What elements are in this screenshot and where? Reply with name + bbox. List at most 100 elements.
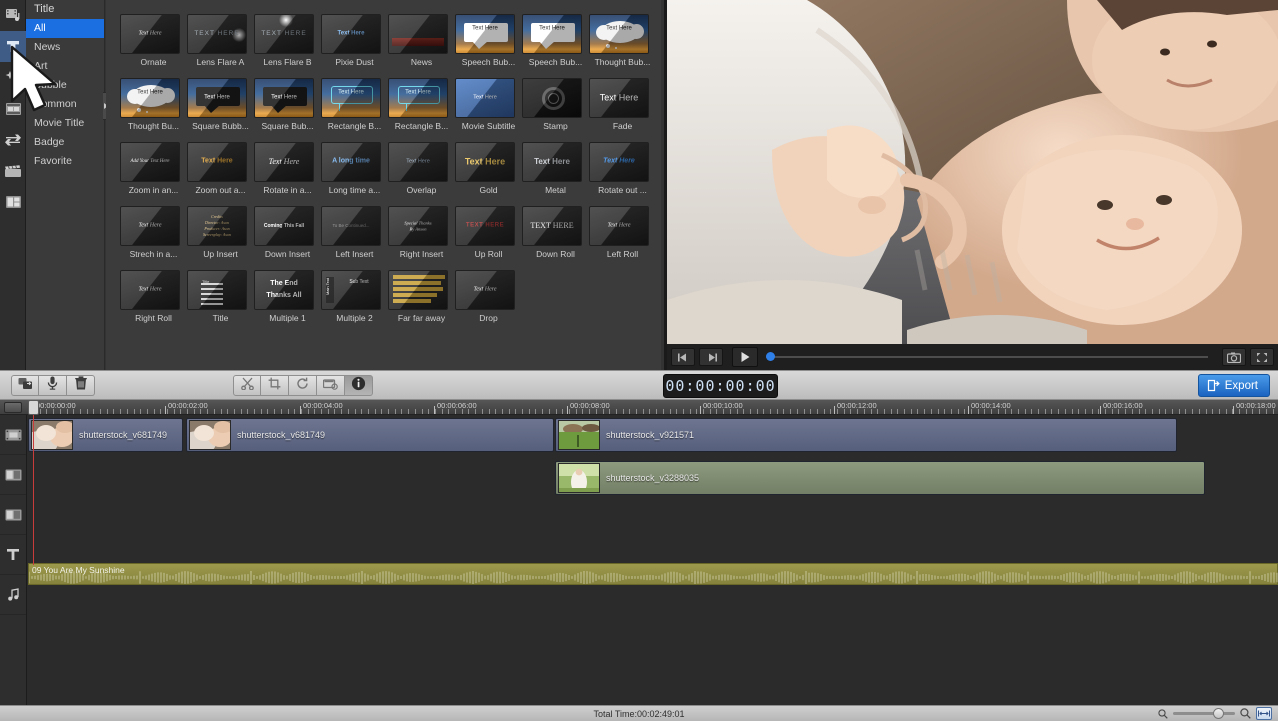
- template-item[interactable]: Far far away: [388, 270, 455, 323]
- audio-clip[interactable]: 09 You Are My Sunshine: [28, 563, 1278, 585]
- track-header-title[interactable]: [0, 535, 26, 575]
- template-thumbnail[interactable]: Text Here: [455, 270, 515, 310]
- template-thumbnail[interactable]: Text Here: [455, 142, 515, 182]
- template-item[interactable]: Credits Director: Ason Producer: Ason Sc…: [187, 206, 254, 259]
- timeline-options-icon[interactable]: [4, 402, 22, 413]
- template-thumbnail[interactable]: Text Here: [455, 78, 515, 118]
- template-item[interactable]: Text Here Fade: [589, 78, 656, 131]
- timeline-ruler[interactable]: 00:00:00:00 00:00:02:00 00:00:04:00 00:00:0…: [0, 400, 1278, 415]
- track-header-video[interactable]: [0, 415, 26, 455]
- template-item[interactable]: Add Your Text Here Zoom in an...: [120, 142, 187, 195]
- template-thumbnail[interactable]: Text Here: [522, 14, 582, 54]
- template-item[interactable]: Text Here Square Bubb...: [187, 78, 254, 131]
- template-item[interactable]: Text Here Speech Bub...: [522, 14, 589, 67]
- template-item[interactable]: The End Thanks All Multiple 1: [254, 270, 321, 323]
- next-frame-button[interactable]: [699, 348, 723, 366]
- template-thumbnail[interactable]: Special Thanks By Anson: [388, 206, 448, 246]
- template-item[interactable]: Text Here Rectangle B...: [321, 78, 388, 131]
- track-header-overlay-1[interactable]: [0, 455, 26, 495]
- template-thumbnail[interactable]: TEXT HERE: [187, 14, 247, 54]
- template-item[interactable]: Text Here Rectangle B...: [388, 78, 455, 131]
- template-item[interactable]: Text Here Gold: [455, 142, 522, 195]
- template-item[interactable]: Text Here Thought Bu...: [120, 78, 187, 131]
- template-item[interactable]: A long time Long time a...: [321, 142, 388, 195]
- template-thumbnail[interactable]: Title: [187, 270, 247, 310]
- template-thumbnail[interactable]: Credits Director: Ason Producer: Ason Sc…: [187, 206, 247, 246]
- template-item[interactable]: Text Here Metal: [522, 142, 589, 195]
- zoom-out-icon[interactable]: [1158, 708, 1168, 719]
- template-thumbnail[interactable]: Text Here: [321, 14, 381, 54]
- template-thumbnail[interactable]: To Be Continued...: [321, 206, 381, 246]
- template-item[interactable]: Text Here Right Roll: [120, 270, 187, 323]
- template-thumbnail[interactable]: Text Here: [589, 206, 649, 246]
- scrubber-knob[interactable]: [766, 352, 775, 361]
- template-thumbnail[interactable]: TEXT HERE: [254, 14, 314, 54]
- playback-scrubber[interactable]: [766, 347, 1208, 367]
- template-item[interactable]: Text Here Square Bub...: [254, 78, 321, 131]
- splitscreen-icon[interactable]: [0, 186, 26, 217]
- category-item-movie-title[interactable]: Movie Title: [26, 114, 104, 133]
- template-item[interactable]: Text Here Overlap: [388, 142, 455, 195]
- video-preview[interactable]: [667, 0, 1278, 344]
- template-thumbnail[interactable]: Text Here: [589, 14, 649, 54]
- template-item[interactable]: News: [388, 14, 455, 67]
- color-button[interactable]: [317, 375, 345, 396]
- template-item[interactable]: To Be Continued... Left Insert: [321, 206, 388, 259]
- media-icon[interactable]: [0, 0, 26, 31]
- template-thumbnail[interactable]: A long time: [321, 142, 381, 182]
- fullscreen-icon[interactable]: [1250, 348, 1274, 366]
- template-thumbnail[interactable]: Text Here: [120, 78, 180, 118]
- template-thumbnail[interactable]: Add Your Text Here: [120, 142, 180, 182]
- template-item[interactable]: Text Here Strech in a...: [120, 206, 187, 259]
- track-header-audio[interactable]: [0, 575, 26, 615]
- template-thumbnail[interactable]: Text Here: [187, 78, 247, 118]
- import-media-button[interactable]: [11, 375, 39, 396]
- template-item[interactable]: TEXT HERE Down Roll: [522, 206, 589, 259]
- playhead-handle[interactable]: [28, 400, 39, 415]
- template-item[interactable]: Text Here Drop: [455, 270, 522, 323]
- template-item[interactable]: Special Thanks By Anson Right Insert: [388, 206, 455, 259]
- template-thumbnail[interactable]: Text Here: [455, 14, 515, 54]
- template-thumbnail[interactable]: Text Here: [388, 78, 448, 118]
- prev-frame-button[interactable]: [671, 348, 695, 366]
- template-item[interactable]: TEXT HERE Up Roll: [455, 206, 522, 259]
- template-thumbnail[interactable]: Text Here: [254, 142, 314, 182]
- template-thumbnail[interactable]: Text Here: [120, 206, 180, 246]
- template-item[interactable]: Text Here Zoom out a...: [187, 142, 254, 195]
- track-header-overlay-2[interactable]: [0, 495, 26, 535]
- template-thumbnail[interactable]: Text Here: [254, 78, 314, 118]
- template-item[interactable]: Title Title: [187, 270, 254, 323]
- split-button[interactable]: [233, 375, 261, 396]
- fit-to-window-button[interactable]: [1256, 707, 1272, 720]
- template-thumbnail[interactable]: TEXT HERE: [455, 206, 515, 246]
- template-thumbnail[interactable]: Text Here: [187, 142, 247, 182]
- timeline-clip[interactable]: shutterstock_v921571: [555, 418, 1177, 452]
- template-thumbnail[interactable]: [388, 270, 448, 310]
- template-thumbnail[interactable]: The End Thanks All: [254, 270, 314, 310]
- category-item-favorite[interactable]: Favorite: [26, 152, 104, 171]
- template-thumbnail[interactable]: Main Text Sub Text: [321, 270, 381, 310]
- template-item[interactable]: Main Text Sub Text Multiple 2: [321, 270, 388, 323]
- template-item[interactable]: Text Here Movie Subtitle: [455, 78, 522, 131]
- timeline-clip[interactable]: shutterstock_v3288035: [555, 461, 1205, 495]
- info-button[interactable]: [345, 375, 373, 396]
- template-thumbnail[interactable]: Text Here: [120, 270, 180, 310]
- record-voiceover-button[interactable]: [39, 375, 67, 396]
- template-item[interactable]: Text Here Rotate in a...: [254, 142, 321, 195]
- template-thumbnail[interactable]: Text Here: [522, 142, 582, 182]
- clapperboard-icon[interactable]: [0, 155, 26, 186]
- template-item[interactable]: Text Here Rotate out ...: [589, 142, 656, 195]
- template-item[interactable]: Text Here Speech Bub...: [455, 14, 522, 67]
- category-item-badge[interactable]: Badge: [26, 133, 104, 152]
- template-thumbnail[interactable]: [522, 78, 582, 118]
- template-thumbnail[interactable]: TEXT HERE: [522, 206, 582, 246]
- overlay-track[interactable]: shutterstock_v3288035: [28, 458, 1278, 498]
- timeline-clip[interactable]: shutterstock_v681749: [186, 418, 554, 452]
- snapshot-icon[interactable]: [1222, 348, 1246, 366]
- play-button[interactable]: [732, 347, 758, 367]
- template-thumbnail[interactable]: [388, 14, 448, 54]
- template-thumbnail[interactable]: Text Here: [120, 14, 180, 54]
- template-item[interactable]: Text Here Pixie Dust: [321, 14, 388, 67]
- template-item[interactable]: Text Here Ornate: [120, 14, 187, 67]
- template-item[interactable]: TEXT HERE Lens Flare B: [254, 14, 321, 67]
